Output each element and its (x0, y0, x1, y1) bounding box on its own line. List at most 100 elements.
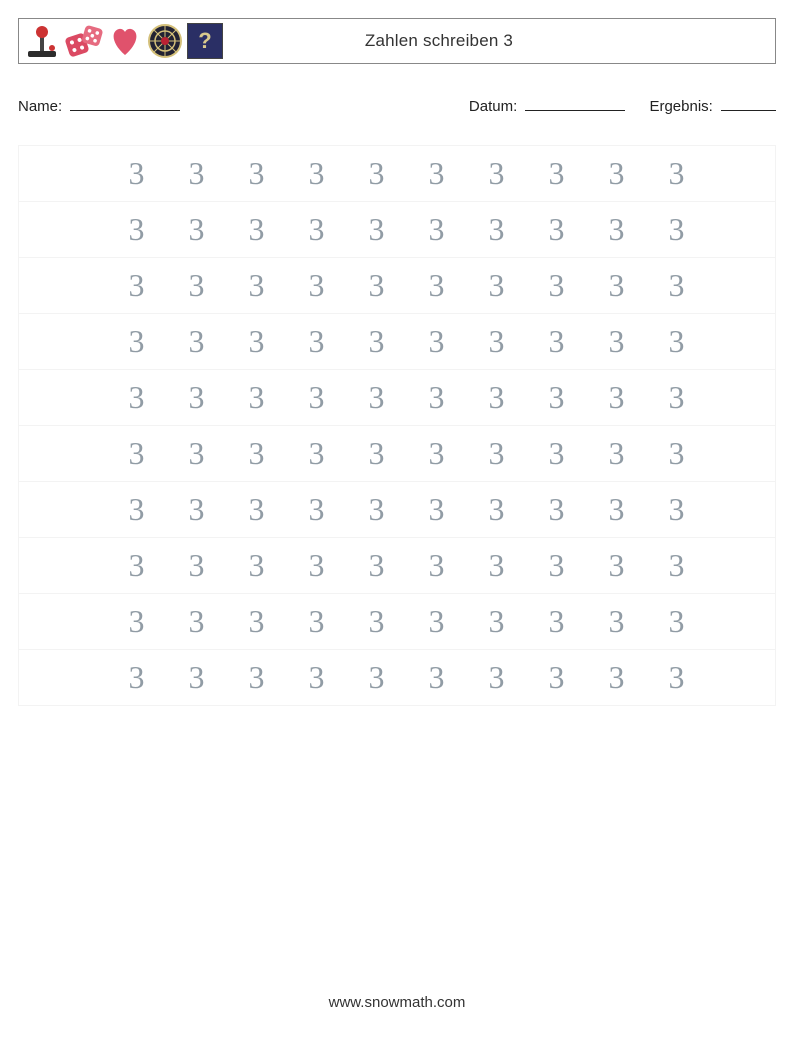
practice-cell[interactable]: 3 (167, 267, 227, 304)
practice-cell[interactable]: 3 (347, 603, 407, 640)
practice-cell[interactable]: 3 (167, 323, 227, 360)
practice-cell[interactable]: 3 (527, 491, 587, 528)
practice-cell[interactable]: 3 (587, 379, 647, 416)
practice-cell[interactable]: 3 (167, 491, 227, 528)
practice-cell[interactable]: 3 (407, 491, 467, 528)
practice-cell[interactable]: 3 (287, 323, 347, 360)
practice-cell[interactable]: 3 (347, 155, 407, 192)
practice-cell[interactable]: 3 (167, 211, 227, 248)
practice-cell[interactable]: 3 (647, 379, 707, 416)
practice-cell[interactable]: 3 (347, 267, 407, 304)
practice-cell[interactable]: 3 (647, 211, 707, 248)
practice-cell[interactable]: 3 (407, 435, 467, 472)
practice-cell[interactable]: 3 (407, 155, 467, 192)
practice-cell[interactable]: 3 (167, 659, 227, 696)
practice-cell[interactable]: 3 (647, 491, 707, 528)
practice-cell[interactable]: 3 (227, 323, 287, 360)
practice-cell[interactable]: 3 (107, 659, 167, 696)
practice-cell[interactable]: 3 (407, 659, 467, 696)
practice-cell[interactable]: 3 (107, 155, 167, 192)
practice-cell[interactable]: 3 (287, 211, 347, 248)
practice-cell[interactable]: 3 (467, 323, 527, 360)
practice-cell[interactable]: 3 (587, 491, 647, 528)
practice-cell[interactable]: 3 (587, 435, 647, 472)
practice-cell[interactable]: 3 (467, 211, 527, 248)
practice-cell[interactable]: 3 (587, 603, 647, 640)
practice-cell[interactable]: 3 (647, 323, 707, 360)
practice-cell[interactable]: 3 (347, 323, 407, 360)
practice-cell[interactable]: 3 (467, 379, 527, 416)
practice-cell[interactable]: 3 (227, 659, 287, 696)
practice-cell[interactable]: 3 (227, 435, 287, 472)
practice-cell[interactable]: 3 (587, 659, 647, 696)
practice-cell[interactable]: 3 (467, 435, 527, 472)
practice-cell[interactable]: 3 (287, 659, 347, 696)
practice-cell[interactable]: 3 (587, 267, 647, 304)
practice-cell[interactable]: 3 (287, 379, 347, 416)
practice-cell[interactable]: 3 (527, 603, 587, 640)
practice-cell[interactable]: 3 (407, 211, 467, 248)
practice-cell[interactable]: 3 (347, 491, 407, 528)
practice-cell[interactable]: 3 (227, 211, 287, 248)
practice-cell[interactable]: 3 (107, 379, 167, 416)
practice-cell[interactable]: 3 (347, 379, 407, 416)
practice-cell[interactable]: 3 (587, 155, 647, 192)
practice-cell[interactable]: 3 (107, 323, 167, 360)
practice-cell[interactable]: 3 (167, 435, 227, 472)
practice-cell[interactable]: 3 (227, 155, 287, 192)
practice-cell[interactable]: 3 (227, 547, 287, 584)
practice-cell[interactable]: 3 (527, 211, 587, 248)
practice-cell[interactable]: 3 (107, 491, 167, 528)
practice-cell[interactable]: 3 (347, 211, 407, 248)
practice-cell[interactable]: 3 (527, 435, 587, 472)
practice-cell[interactable]: 3 (227, 379, 287, 416)
practice-cell[interactable]: 3 (527, 267, 587, 304)
practice-cell[interactable]: 3 (107, 547, 167, 584)
practice-cell[interactable]: 3 (167, 547, 227, 584)
practice-cell[interactable]: 3 (107, 603, 167, 640)
practice-cell[interactable]: 3 (287, 435, 347, 472)
practice-cell[interactable]: 3 (287, 547, 347, 584)
name-blank[interactable] (70, 96, 180, 111)
practice-cell[interactable]: 3 (647, 659, 707, 696)
practice-cell[interactable]: 3 (527, 659, 587, 696)
practice-cell[interactable]: 3 (407, 323, 467, 360)
practice-cell[interactable]: 3 (167, 603, 227, 640)
practice-cell[interactable]: 3 (227, 267, 287, 304)
practice-cell[interactable]: 3 (407, 379, 467, 416)
practice-cell[interactable]: 3 (167, 379, 227, 416)
practice-cell[interactable]: 3 (287, 267, 347, 304)
practice-cell[interactable]: 3 (227, 603, 287, 640)
practice-cell[interactable]: 3 (527, 155, 587, 192)
practice-cell[interactable]: 3 (407, 603, 467, 640)
practice-cell[interactable]: 3 (527, 323, 587, 360)
practice-cell[interactable]: 3 (467, 155, 527, 192)
practice-cell[interactable]: 3 (347, 435, 407, 472)
practice-cell[interactable]: 3 (347, 547, 407, 584)
practice-cell[interactable]: 3 (467, 491, 527, 528)
practice-cell[interactable]: 3 (107, 435, 167, 472)
practice-cell[interactable]: 3 (587, 323, 647, 360)
result-blank[interactable] (721, 96, 776, 111)
practice-cell[interactable]: 3 (587, 211, 647, 248)
practice-cell[interactable]: 3 (107, 267, 167, 304)
practice-cell[interactable]: 3 (647, 603, 707, 640)
practice-cell[interactable]: 3 (347, 659, 407, 696)
practice-cell[interactable]: 3 (467, 547, 527, 584)
practice-cell[interactable]: 3 (647, 547, 707, 584)
date-blank[interactable] (525, 96, 625, 111)
practice-cell[interactable]: 3 (467, 603, 527, 640)
practice-cell[interactable]: 3 (227, 491, 287, 528)
practice-cell[interactable]: 3 (467, 659, 527, 696)
practice-cell[interactable]: 3 (527, 547, 587, 584)
practice-cell[interactable]: 3 (287, 603, 347, 640)
practice-cell[interactable]: 3 (467, 267, 527, 304)
practice-cell[interactable]: 3 (647, 267, 707, 304)
practice-cell[interactable]: 3 (527, 379, 587, 416)
practice-cell[interactable]: 3 (287, 155, 347, 192)
practice-cell[interactable]: 3 (647, 155, 707, 192)
practice-cell[interactable]: 3 (167, 155, 227, 192)
practice-cell[interactable]: 3 (407, 267, 467, 304)
practice-cell[interactable]: 3 (647, 435, 707, 472)
practice-cell[interactable]: 3 (407, 547, 467, 584)
